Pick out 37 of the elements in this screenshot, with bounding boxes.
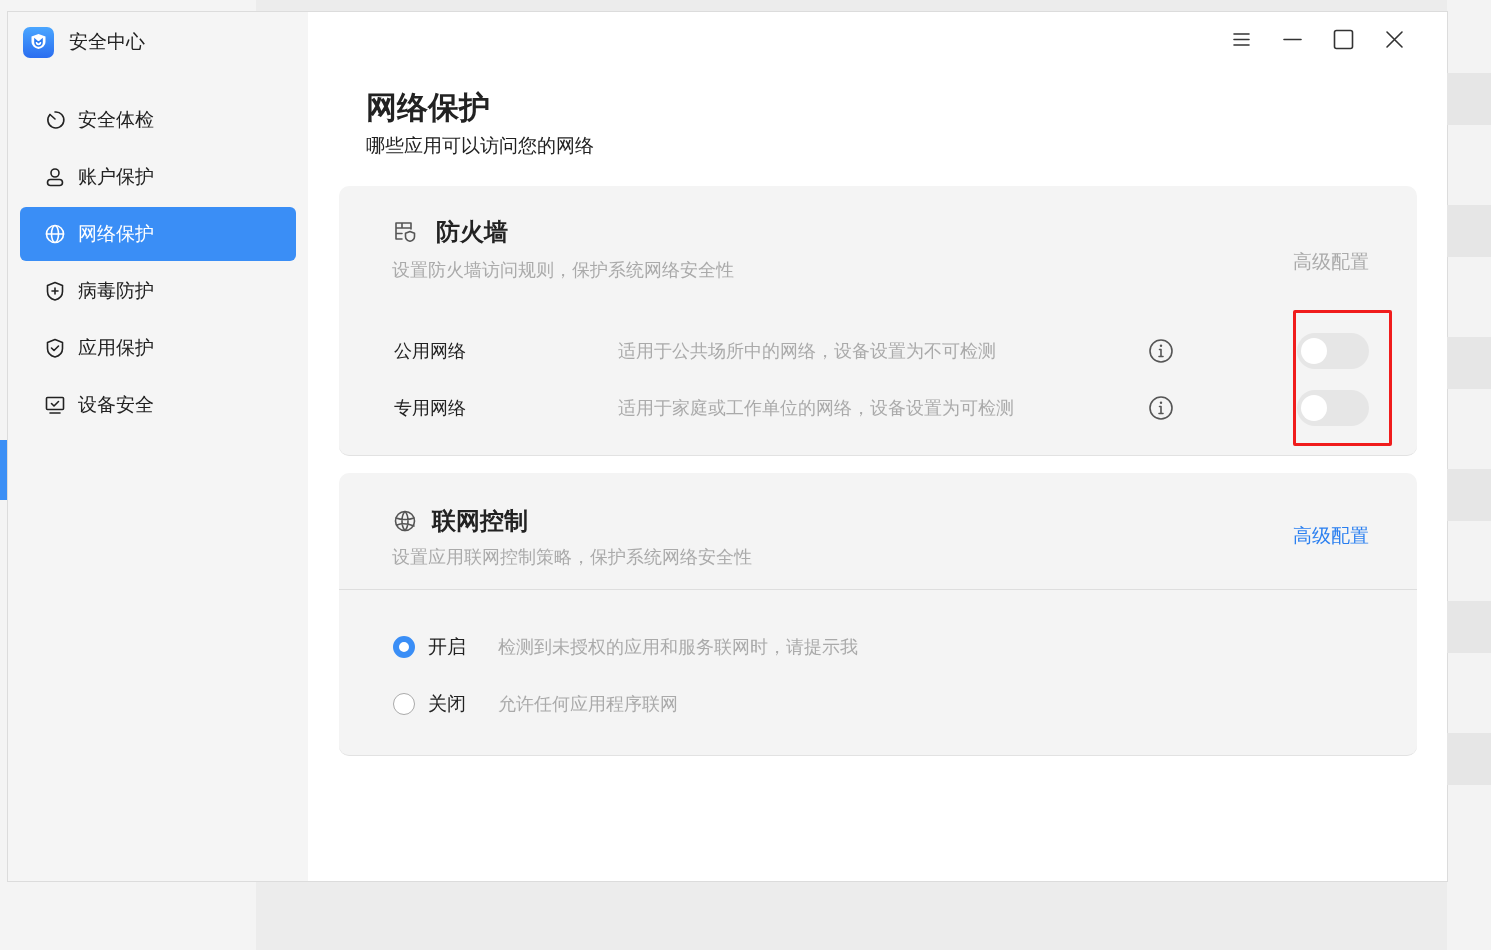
sidebar-item[interactable]: 病毒防护 [20, 264, 296, 318]
page-title: 网络保护 [366, 89, 491, 127]
app-title: 安全中心 [69, 30, 145, 54]
option-label: 关闭 [428, 692, 467, 716]
section-title: 联网控制 [432, 506, 528, 536]
globe-icon [392, 508, 418, 534]
sidebar-item[interactable]: 安全体检 [20, 93, 296, 147]
section-description: 设置防火墙访问规则，保护系统网络安全性 [392, 259, 735, 282]
page-subtitle: 哪些应用可以访问您的网络 [366, 134, 595, 158]
shield-check-icon [44, 337, 66, 359]
sidebar-item[interactable]: 应用保护 [20, 321, 296, 375]
shield-logo-icon [23, 26, 54, 58]
firewall-shield-icon [392, 219, 418, 245]
section-description: 设置应用联网控制策略，保护系统网络安全性 [392, 546, 753, 569]
radio-button[interactable] [393, 693, 415, 715]
network-description: 适用于公共场所中的网络，设备设置为不可检测 [618, 340, 997, 363]
section-title: 防火墙 [436, 217, 508, 247]
network-name: 公用网络 [394, 340, 467, 363]
globe-icon [44, 223, 66, 245]
option-label: 开启 [428, 635, 467, 659]
toggle-switch[interactable] [1297, 333, 1369, 369]
network-name: 专用网络 [394, 397, 467, 420]
toggle-switch[interactable] [1297, 390, 1369, 426]
radio-button[interactable] [393, 636, 415, 658]
option-description: 检测到未授权的应用和服务联网时，请提示我 [498, 636, 858, 659]
advanced-settings-link[interactable]: 高级配置 [1293, 523, 1369, 549]
maximize-icon[interactable] [1331, 27, 1356, 52]
shield-plus-icon [44, 280, 66, 302]
circle-arrow-icon [44, 109, 66, 131]
option-description: 允许任何应用程序联网 [498, 693, 678, 716]
sidebar-item[interactable]: 账户保护 [20, 150, 296, 204]
person-icon [44, 166, 66, 188]
info-icon[interactable] [1148, 338, 1174, 364]
info-icon[interactable] [1148, 395, 1174, 421]
network-description: 适用于家庭或工作单位的网络，设备设置为可检测 [618, 397, 1015, 420]
sidebar-item[interactable]: 设备安全 [20, 378, 296, 432]
monitor-check-icon [44, 394, 66, 416]
